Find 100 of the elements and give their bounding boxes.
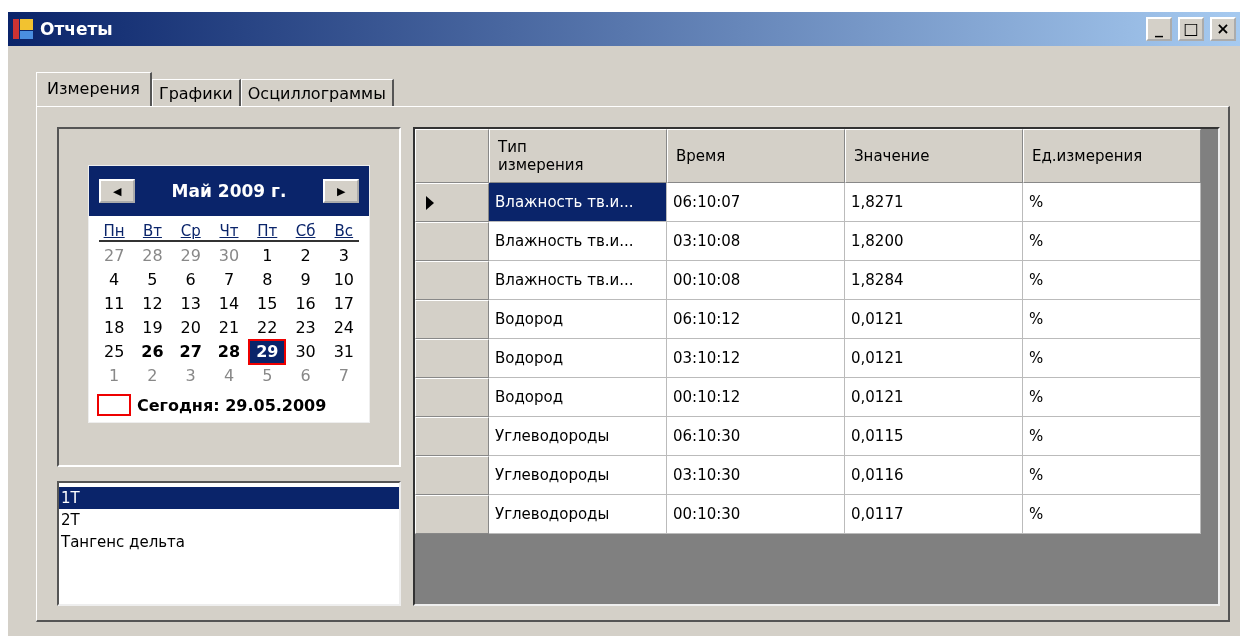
calendar-day[interactable]: 7: [211, 269, 247, 291]
weekday-label: Ср: [179, 221, 202, 240]
calendar-day[interactable]: 22: [250, 317, 285, 339]
table-cell: 06:10:07: [667, 183, 845, 222]
calendar-day[interactable]: 2: [288, 245, 323, 267]
calendar-day[interactable]: 4: [97, 269, 132, 291]
previous-month-button[interactable]: ◀: [99, 179, 135, 203]
calendar-day[interactable]: 4: [211, 365, 247, 387]
table-cell: 03:10:30: [667, 456, 845, 495]
table-cell: 06:10:30: [667, 417, 845, 456]
calendar-day[interactable]: 1: [97, 365, 132, 387]
calendar-day[interactable]: 1: [250, 245, 285, 267]
calendar-day[interactable]: 8: [250, 269, 285, 291]
window-title: Отчеты: [40, 19, 114, 39]
calendar-day[interactable]: 26: [135, 341, 170, 363]
calendar-day[interactable]: 23: [288, 317, 323, 339]
calendar-day[interactable]: 16: [288, 293, 323, 315]
table-cell: 1,8284: [845, 261, 1023, 300]
table-cell: 03:10:08: [667, 222, 845, 261]
app-icon: [12, 18, 34, 40]
tab[interactable]: Измерения: [36, 72, 152, 106]
tab[interactable]: Графики: [151, 79, 241, 106]
calendar-day[interactable]: 21: [211, 317, 247, 339]
table-cell: Водород: [489, 300, 667, 339]
column-header[interactable]: Тип измерения: [489, 129, 667, 183]
weekday-label: Пт: [256, 221, 279, 240]
calendar-day[interactable]: 18: [97, 317, 132, 339]
calendar-day[interactable]: 15: [250, 293, 285, 315]
calendar-day[interactable]: 17: [326, 293, 361, 315]
row-header[interactable]: [415, 456, 489, 495]
table-cell: Углеводороды: [489, 417, 667, 456]
table-cell: 00:10:30: [667, 495, 845, 534]
table-cell: %: [1023, 183, 1201, 222]
weekday-label: Сб: [294, 221, 317, 240]
weekday-label: Вт: [141, 221, 163, 240]
column-header[interactable]: Значение: [845, 129, 1023, 183]
calendar-day[interactable]: 9: [288, 269, 323, 291]
calendar-day[interactable]: 3: [326, 245, 361, 267]
table-cell: 0,0121: [845, 339, 1023, 378]
calendar-day[interactable]: 12: [135, 293, 170, 315]
row-header[interactable]: [415, 339, 489, 378]
calendar-day[interactable]: 31: [326, 341, 361, 363]
list-item[interactable]: 1T: [59, 487, 399, 509]
current-row-icon: [426, 195, 434, 210]
calendar-day[interactable]: 13: [173, 293, 208, 315]
maximize-button[interactable]: □: [1178, 17, 1204, 41]
calendar-day[interactable]: 24: [326, 317, 361, 339]
row-header[interactable]: [415, 495, 489, 534]
calendar-day[interactable]: 7: [326, 365, 361, 387]
table-cell: 0,0121: [845, 378, 1023, 417]
table-cell: Влажность тв.и...: [489, 261, 667, 300]
calendar-day[interactable]: 28: [211, 341, 247, 363]
calendar-day[interactable]: 5: [135, 269, 170, 291]
calendar-day[interactable]: 11: [97, 293, 132, 315]
table-cell: %: [1023, 300, 1201, 339]
table-cell: Водород: [489, 378, 667, 417]
weekday-label: Вс: [333, 221, 355, 240]
calendar-day[interactable]: 29: [250, 341, 285, 363]
row-header[interactable]: [415, 183, 489, 222]
row-header[interactable]: [415, 417, 489, 456]
table-cell: %: [1023, 417, 1201, 456]
table-cell: Влажность тв.и...: [489, 183, 667, 222]
calendar-day[interactable]: 30: [211, 245, 247, 267]
column-header[interactable]: Время: [667, 129, 845, 183]
table-cell: 0,0115: [845, 417, 1023, 456]
calendar-day[interactable]: 3: [173, 365, 208, 387]
row-header[interactable]: [415, 222, 489, 261]
next-month-button[interactable]: ▶: [323, 179, 359, 203]
table-cell: 1,8271: [845, 183, 1023, 222]
calendar-day[interactable]: 20: [173, 317, 208, 339]
table-cell: %: [1023, 495, 1201, 534]
calendar-day[interactable]: 14: [211, 293, 247, 315]
calendar-day[interactable]: 6: [173, 269, 208, 291]
calendar-day[interactable]: 29: [173, 245, 208, 267]
table-cell: 00:10:08: [667, 261, 845, 300]
row-header[interactable]: [415, 378, 489, 417]
close-button[interactable]: ×: [1210, 17, 1236, 41]
calendar-day[interactable]: 28: [135, 245, 170, 267]
calendar-day[interactable]: 5: [250, 365, 285, 387]
table-cell: Влажность тв.и...: [489, 222, 667, 261]
minimize-button[interactable]: _: [1146, 17, 1172, 41]
calendar-day[interactable]: 2: [135, 365, 170, 387]
calendar-day[interactable]: 30: [288, 341, 323, 363]
table-cell: %: [1023, 261, 1201, 300]
calendar-day[interactable]: 25: [97, 341, 132, 363]
calendar-day[interactable]: 6: [288, 365, 323, 387]
column-header[interactable]: Ед.измерения: [1023, 129, 1201, 183]
today-marker: [97, 394, 131, 416]
table-cell: 0,0121: [845, 300, 1023, 339]
row-header[interactable]: [415, 261, 489, 300]
table-cell: 06:10:12: [667, 300, 845, 339]
calendar-day[interactable]: 27: [173, 341, 208, 363]
row-header[interactable]: [415, 300, 489, 339]
calendar-day[interactable]: 27: [97, 245, 132, 267]
calendar-day[interactable]: 10: [326, 269, 361, 291]
table-cell: 03:10:12: [667, 339, 845, 378]
weekday-label: Чт: [218, 221, 240, 240]
today-link[interactable]: Сегодня: 29.05.2009: [137, 395, 327, 415]
tab[interactable]: Осциллограммы: [240, 79, 394, 106]
calendar-day[interactable]: 19: [135, 317, 170, 339]
